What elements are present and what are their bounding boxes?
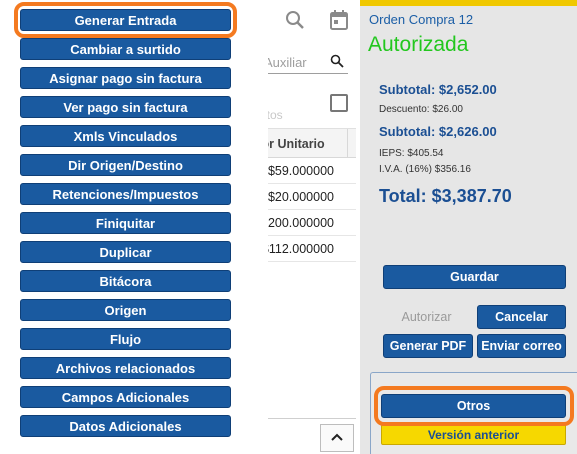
order-status: Autorizada [368, 33, 469, 56]
calendar-icon[interactable] [329, 9, 349, 36]
menu-item-archivos-relacionados[interactable]: Archivos relacionados [20, 357, 231, 379]
menu-item-ver-pago[interactable]: Ver pago sin factura [20, 96, 231, 118]
panel-top-bar [360, 0, 577, 6]
order-title: Orden Compra 12 [369, 12, 474, 27]
menu-item-bitacora[interactable]: Bitácora [20, 270, 231, 292]
cancel-button[interactable]: Cancelar [477, 305, 566, 329]
search-icon[interactable] [285, 10, 305, 35]
select-all-checkbox[interactable] [330, 94, 348, 112]
search-placeholder: Auxiliar [264, 55, 307, 70]
discount-value: Descuento: $26.00 [379, 104, 463, 115]
other-actions-highlight [374, 386, 574, 426]
generar-entrada-highlight [14, 2, 237, 38]
subtotal-net: Subtotal: $2,626.00 [379, 124, 497, 139]
iva-value: I.V.A. (16%) $356.16 [379, 164, 471, 175]
chevron-up-icon [330, 429, 344, 447]
menu-item-asignar-pago[interactable]: Asignar pago sin factura [20, 67, 231, 89]
menu-item-datos-adicionales[interactable]: Datos Adicionales [20, 415, 231, 437]
authorize-button[interactable]: Autorizar [383, 305, 470, 329]
menu-item-retenciones-impuestos[interactable]: Retenciones/Impuestos [20, 183, 231, 205]
actions-menu: Generar Entrada Cambiar a surtido Asigna… [0, 0, 268, 454]
search-field[interactable]: Auxiliar [258, 52, 348, 74]
menu-item-cambiar-a-surtido[interactable]: Cambiar a surtido [20, 38, 231, 60]
send-email-button[interactable]: Enviar correo [477, 334, 566, 358]
menu-item-finiquitar[interactable]: Finiquitar [20, 212, 231, 234]
search-icon[interactable] [330, 54, 344, 73]
ieps-value: IEPS: $405.54 [379, 148, 444, 159]
menu-item-campos-adicionales[interactable]: Campos Adicionales [20, 386, 231, 408]
save-button[interactable]: Guardar [383, 265, 566, 289]
previous-version-button[interactable]: Versión anterior [381, 424, 566, 445]
menu-item-flujo[interactable]: Flujo [20, 328, 231, 350]
menu-item-xmls-vinculados[interactable]: Xmls Vinculados [20, 125, 231, 147]
generate-pdf-button[interactable]: Generar PDF [383, 334, 473, 358]
order-total: Total: $3,387.70 [379, 186, 512, 206]
menu-item-origen[interactable]: Origen [20, 299, 231, 321]
menu-item-duplicar[interactable]: Duplicar [20, 241, 231, 263]
menu-item-dir-origen-destino[interactable]: Dir Origen/Destino [20, 154, 231, 176]
subtotal-gross: Subtotal: $2,652.00 [379, 82, 497, 97]
scroll-up-button[interactable] [320, 424, 354, 452]
